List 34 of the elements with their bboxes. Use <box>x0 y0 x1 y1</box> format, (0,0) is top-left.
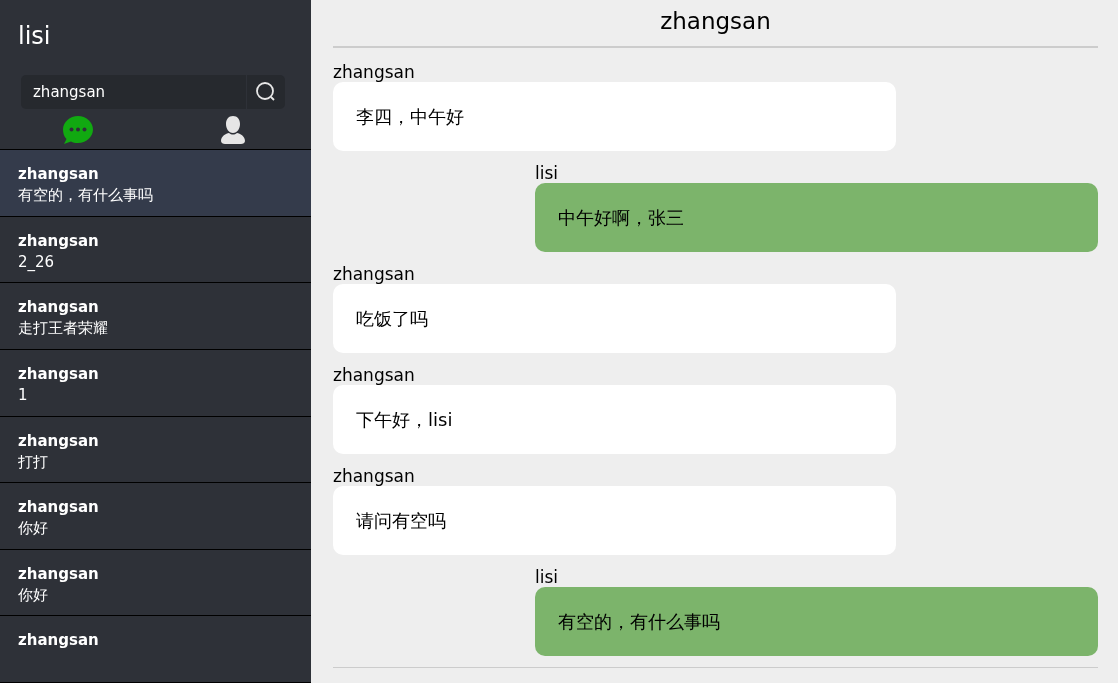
sender-name: zhangsan <box>333 264 416 284</box>
message-preview: 1 <box>18 385 29 407</box>
sender-name: lisi <box>535 163 560 183</box>
user-name: lisi <box>17 21 52 52</box>
search-button[interactable] <box>247 75 285 109</box>
message-bubble: 吃饭了吗 <box>333 284 896 353</box>
message-bubble: 李四，中午好 <box>333 82 896 151</box>
contact-name: zhangsan <box>18 630 100 651</box>
contact-name: zhangsan <box>18 164 100 185</box>
contact-name: zhangsan <box>18 497 100 518</box>
message-bubble: 下午好，lisi <box>333 385 896 454</box>
message-preview: 有空的，有什么事吗 <box>18 185 154 207</box>
chat-title: zhangsan <box>333 0 1098 48</box>
sender-name: lisi <box>535 567 560 587</box>
contact-name: zhangsan <box>18 364 100 385</box>
message-preview: 你好 <box>18 518 49 540</box>
person-icon <box>219 114 248 145</box>
message-preview: 2_26 <box>18 251 56 273</box>
contact-name: zhangsan <box>18 230 100 251</box>
contact-name: zhangsan <box>18 297 100 318</box>
message-bubble: 有空的，有什么事吗 <box>535 587 1098 656</box>
message-preview: 打打 <box>18 451 49 473</box>
message-preview: 你好 <box>18 584 49 606</box>
message-bubble: 请问有空吗 <box>333 486 896 555</box>
sender-name: zhangsan <box>333 62 416 82</box>
conversation-item[interactable]: zhangsan 有空的，有什么事吗 <box>0 150 311 217</box>
chat-bubble-icon <box>61 114 94 145</box>
search-field[interactable]: zhangsan <box>21 75 246 109</box>
sender-name: zhangsan <box>333 365 416 385</box>
message-preview: 走打王者荣耀 <box>18 318 109 340</box>
contact-name: zhangsan <box>18 430 100 451</box>
contact-name: zhangsan <box>18 563 100 584</box>
message-bubble: 中午好啊，张三 <box>535 183 1098 252</box>
sender-name: zhangsan <box>333 466 416 486</box>
